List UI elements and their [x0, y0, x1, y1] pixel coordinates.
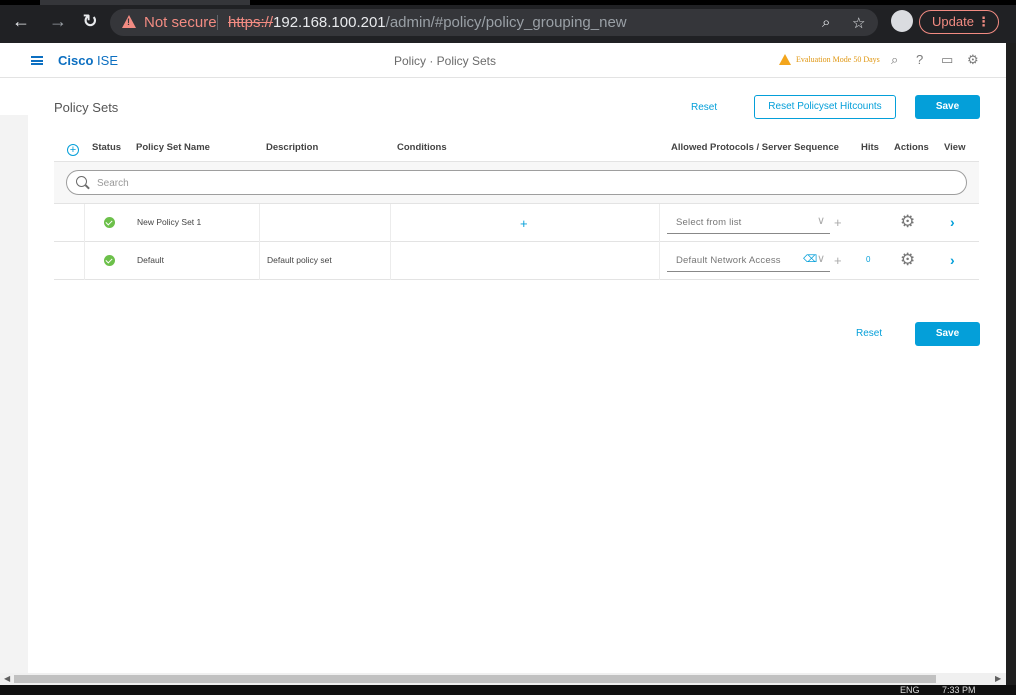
left-sidebar-strip: [0, 115, 28, 673]
protocol-select[interactable]: Default Network Access ⌫ ∨: [667, 252, 830, 272]
url-host: 192.168.100.201: [273, 14, 386, 31]
ise-header: Cisco ISE Policy · Policy Sets Evaluatio…: [0, 43, 1006, 78]
settings-gear-icon[interactable]: ⚙: [967, 52, 979, 68]
more-icon: ⋮: [977, 14, 990, 29]
omnibox-divider: [217, 15, 218, 30]
col-view: View: [944, 142, 966, 153]
policy-sets-table: + Status Policy Set Name Description Con…: [54, 133, 979, 280]
scrollbar-thumb[interactable]: [14, 675, 936, 683]
tab-strip: [0, 0, 1016, 5]
protocol-value: Default Network Access: [676, 255, 781, 266]
eval-notice[interactable]: Evaluation Mode 50 Days: [796, 55, 880, 64]
search-box[interactable]: [66, 170, 967, 195]
gear-icon[interactable]: ⚙: [900, 213, 916, 230]
forward-icon[interactable]: →: [47, 10, 69, 32]
table-row[interactable]: New Policy Set 1 + Select from list ∨ + …: [54, 204, 979, 242]
plus-circle-icon[interactable]: +: [67, 144, 79, 156]
clear-icon[interactable]: ⌫: [803, 254, 817, 265]
search-icon: [76, 176, 87, 187]
protocol-select[interactable]: Select from list ∨: [667, 214, 830, 234]
taskbar-language[interactable]: ENG: [900, 685, 920, 695]
col-conditions: Conditions: [397, 142, 447, 153]
reload-icon[interactable]: ↻: [79, 10, 101, 32]
cell-divider: [390, 242, 391, 280]
cell-divider: [84, 242, 85, 280]
url-scheme: https://: [228, 14, 274, 31]
help-icon[interactable]: ?: [916, 52, 923, 67]
col-allowed-protocols: Allowed Protocols / Server Sequence: [671, 142, 839, 153]
chevron-down-icon[interactable]: ∨: [817, 214, 825, 227]
profile-avatar[interactable]: [891, 10, 913, 32]
taskbar-clock[interactable]: 7:33 PM: [942, 685, 976, 695]
horizontal-scrollbar[interactable]: ◀ ▶: [0, 673, 1006, 685]
zoom-icon[interactable]: ⌕: [822, 14, 830, 31]
page-title: Policy Sets: [54, 100, 119, 115]
scroll-left-icon[interactable]: ◀: [4, 673, 10, 685]
dashboard-icon[interactable]: ▭: [941, 52, 953, 68]
check-circle-icon[interactable]: [104, 217, 115, 228]
header-title: Policy · Policy Sets: [393, 54, 497, 68]
cell-divider: [659, 242, 660, 280]
cell-divider: [84, 204, 85, 242]
cell-divider: [659, 204, 660, 242]
col-status: Status: [92, 142, 122, 153]
search-row: [54, 162, 979, 204]
table-row[interactable]: Default Default policy set Default Netwo…: [54, 242, 979, 280]
add-condition-icon[interactable]: +: [520, 216, 528, 231]
check-circle-icon[interactable]: [104, 255, 115, 266]
chevron-right-icon[interactable]: ›: [950, 214, 955, 230]
reset-button-bottom[interactable]: Reset: [856, 328, 882, 339]
ise-app: Cisco ISE Policy · Policy Sets Evaluatio…: [0, 43, 1006, 673]
cell-divider: [259, 242, 260, 280]
back-icon[interactable]: ←: [10, 10, 32, 32]
add-sequence-icon[interactable]: +: [834, 215, 842, 230]
col-policy-set-name: Policy Set Name: [136, 142, 210, 153]
chevron-right-icon[interactable]: ›: [950, 252, 955, 268]
update-label: Update: [932, 14, 974, 29]
browser-toolbar: ← → ↻ Not secure https://192.168.100.201…: [0, 0, 1016, 43]
cell-divider: [259, 204, 260, 242]
save-button[interactable]: Save: [915, 95, 980, 119]
chevron-down-icon[interactable]: ∨: [817, 252, 825, 265]
search-input[interactable]: [97, 175, 797, 191]
eval-warning-icon: [779, 54, 791, 65]
col-actions: Actions: [894, 142, 929, 153]
add-sequence-icon[interactable]: +: [834, 253, 842, 268]
reset-button[interactable]: Reset: [691, 102, 717, 113]
active-tab[interactable]: [40, 0, 250, 5]
cell-divider: [390, 204, 391, 242]
protocol-value: Select from list: [676, 217, 742, 228]
taskbar: ENG 7:33 PM: [0, 685, 1016, 695]
update-button[interactable]: Update ⋮: [919, 10, 999, 34]
url-text[interactable]: https://192.168.100.201/admin/#policy/po…: [228, 14, 627, 31]
col-hits: Hits: [861, 142, 879, 153]
gear-icon[interactable]: ⚙: [900, 251, 916, 268]
table-header: + Status Policy Set Name Description Con…: [54, 133, 979, 162]
window-edge: [1006, 43, 1016, 685]
reset-hitcounts-button[interactable]: Reset Policyset Hitcounts: [754, 95, 896, 119]
hits-value[interactable]: 0: [866, 255, 870, 264]
policy-set-description[interactable]: Default policy set: [267, 255, 332, 265]
warning-icon[interactable]: [122, 15, 136, 28]
bookmark-star-icon[interactable]: ☆: [852, 14, 865, 32]
policy-set-name[interactable]: Default: [137, 255, 164, 265]
address-bar[interactable]: Not secure https://192.168.100.201/admin…: [110, 9, 878, 36]
col-description: Description: [266, 142, 319, 153]
save-button-bottom[interactable]: Save: [915, 322, 980, 346]
security-label[interactable]: Not secure: [144, 14, 217, 31]
scroll-right-icon[interactable]: ▶: [995, 673, 1001, 685]
url-path: /admin/#policy/policy_grouping_new: [385, 14, 627, 31]
search-icon[interactable]: ⌕: [891, 52, 898, 68]
policy-set-name[interactable]: New Policy Set 1: [137, 217, 201, 227]
